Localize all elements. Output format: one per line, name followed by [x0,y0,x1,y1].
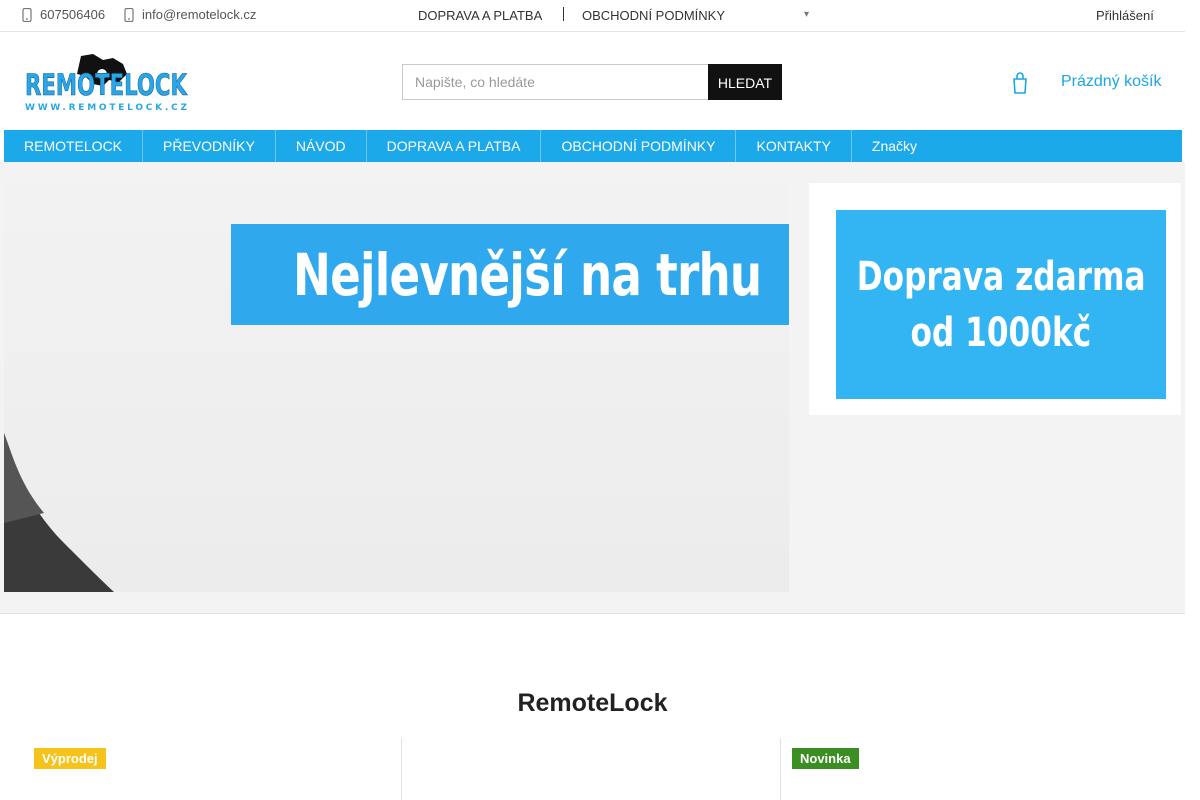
site-logo[interactable]: REMOTELOCK WWW.REMOTELOCK.CZ [23,52,191,113]
mobile-icon [124,7,134,22]
side-banner-box: Doprava zdarma od 1000kč [836,210,1166,399]
top-link-terms[interactable]: OBCHODNÍ PODMÍNKY [582,8,725,23]
nav-item-terms[interactable]: OBCHODNÍ PODMÍNKY [541,130,737,162]
phone-contact[interactable]: 607506406 [22,7,105,22]
nav-item-converters[interactable]: PŘEVODNÍKY [143,130,276,162]
nav-item-brands[interactable]: Značky [852,130,937,162]
new-badge: Novinka [792,748,859,769]
cart-icon[interactable] [1012,72,1028,94]
top-bar: 607506406 info@remotelock.cz DOPRAVA A P… [0,0,1185,32]
product-card[interactable] [402,738,781,800]
cart-link[interactable]: Prázdný košík [1061,73,1161,91]
login-link[interactable]: Přihlášení [1096,8,1154,23]
logo-url: WWW.REMOTELOCK.CZ [25,103,187,112]
nav-item-shipping[interactable]: DOPRAVA A PLATBA [367,130,542,162]
main-banner[interactable]: Nejlevnější na trhu [4,183,789,592]
search-form: HLEDAT [402,64,782,100]
top-link-shipping[interactable]: DOPRAVA A PLATBA [418,8,542,23]
side-banner[interactable]: Doprava zdarma od 1000kč [809,183,1181,415]
product-card[interactable]: Novinka [781,738,1163,800]
phone-number: 607506406 [40,7,106,22]
nav-item-contacts[interactable]: KONTAKTY [736,130,852,162]
top-link-divider [563,7,564,21]
product-grid: Výprodej Novinka [23,738,1163,800]
side-banner-line1: Doprava zdarma [856,253,1146,300]
search-button[interactable]: HLEDAT [708,64,782,100]
main-banner-text: Nejlevnější na trhu [293,240,762,309]
email-contact[interactable]: info@remotelock.cz [124,7,256,22]
search-input[interactable] [402,64,708,100]
main-navigation: REMOTELOCK PŘEVODNÍKY NÁVOD DOPRAVA A PL… [4,130,1182,162]
main-banner-strip: Nejlevnější na trhu [231,224,789,325]
section-title: RemoteLock [517,689,668,717]
logo-wordmark: REMOTELOCK [25,68,188,102]
nav-item-manual[interactable]: NÁVOD [276,130,367,162]
phone-icon [22,7,32,22]
email-address: info@remotelock.cz [142,7,257,22]
side-banner-line2: od 1000kč [910,309,1092,356]
more-links-icon[interactable]: ▾ [804,9,809,20]
sale-badge: Výprodej [34,748,106,769]
nav-item-remotelock[interactable]: REMOTELOCK [4,130,144,162]
product-card[interactable]: Výprodej [23,738,402,800]
